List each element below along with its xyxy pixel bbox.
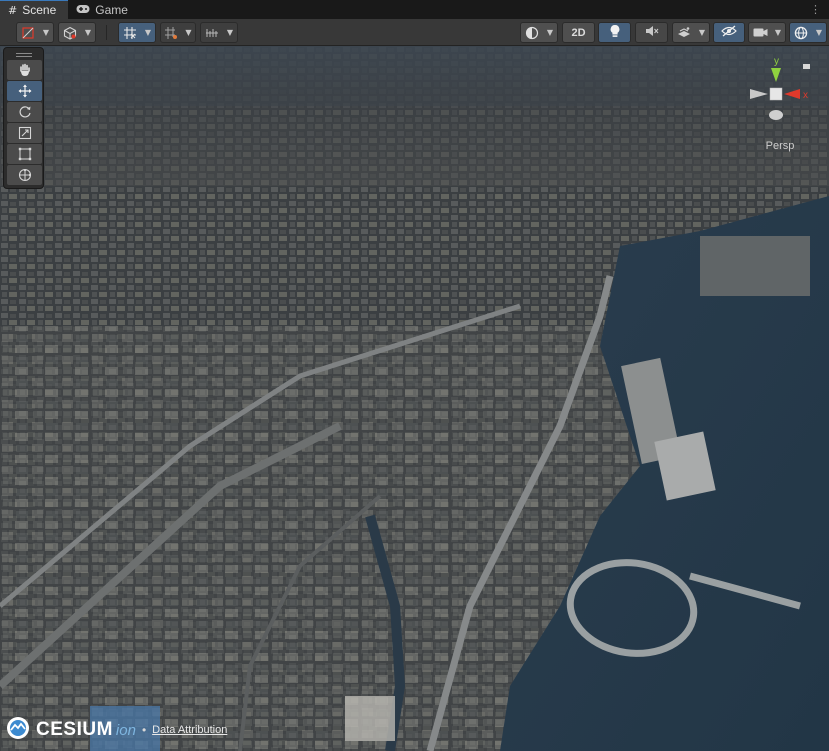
transform-tool[interactable] [7, 165, 42, 185]
move-arrows-icon [18, 84, 32, 98]
cesium-logo-icon [6, 716, 30, 745]
palette-drag-handle[interactable] [7, 50, 40, 59]
chevron-down-icon: ▼ [815, 28, 823, 37]
scale-icon [18, 126, 32, 140]
gamepad-icon [76, 3, 90, 17]
draw-mode-dropdown[interactable]: ▼ [16, 22, 54, 43]
tab-bar: # Scene Game ⋮ [0, 0, 829, 19]
draw-mode-icon [17, 26, 39, 40]
gizmo-neg-x-cone [750, 89, 768, 99]
chevron-down-icon: ▼ [698, 28, 706, 37]
gizmo-y-cone [771, 68, 781, 82]
gizmo-y-label: y [774, 56, 779, 67]
toolbar-divider [106, 25, 107, 40]
tab-game-label: Game [95, 2, 128, 17]
ruler-icon [201, 26, 223, 40]
audio-muted-icon [645, 25, 659, 40]
lighting-toggle-button[interactable] [598, 22, 631, 43]
aerial-city-view [0, 46, 829, 751]
chevron-down-icon: ▼ [774, 28, 782, 37]
gizmo-neg-y-cone [769, 110, 783, 120]
attribution-separator: • [141, 723, 147, 737]
chevron-down-icon: ▼ [144, 28, 152, 37]
tab-game[interactable]: Game [68, 0, 140, 19]
effects-dropdown[interactable]: ▼ [672, 22, 710, 43]
orientation-gizmo[interactable]: y x [740, 52, 820, 132]
lightbulb-icon [609, 24, 621, 41]
rect-transform-icon [18, 147, 32, 161]
hidden-eye-icon [721, 25, 737, 40]
scene-viewport[interactable] [0, 46, 829, 751]
camera-settings-dropdown[interactable]: ▼ [748, 22, 786, 43]
gizmo-x-cone [784, 89, 800, 99]
chevron-down-icon: ▼ [84, 28, 92, 37]
rect-tool[interactable] [7, 144, 42, 164]
increment-snap-dropdown[interactable]: ▼ [160, 22, 196, 43]
rotate-tool[interactable] [7, 102, 42, 122]
scale-tool[interactable] [7, 123, 42, 143]
gizmo-center-cube [769, 87, 783, 101]
cesium-ion-text: ion [115, 721, 136, 739]
render-mode-dropdown[interactable]: ▼ [58, 22, 96, 43]
cesium-brand-text: CESIUM [36, 719, 113, 740]
camera-icon [749, 27, 771, 38]
projection-label[interactable]: Persp [748, 140, 812, 152]
rotate-icon [18, 105, 32, 119]
grid-icon: # [8, 3, 18, 17]
tool-palette [3, 47, 44, 189]
chevron-down-icon: ▼ [42, 28, 50, 37]
tab-scene-label: Scene [22, 3, 57, 17]
snap-increment-icon [161, 26, 182, 40]
grid-snap-icon [119, 26, 141, 40]
cesium-attribution-bar: CESIUM ion • Data Attribution [6, 716, 227, 744]
scene-toolbar: ▼ ▼ ▼ ▼ ▼ ▼ 2D ▼ ▼ ▼ [0, 19, 829, 46]
audio-toggle-button[interactable] [635, 22, 668, 43]
gizmo-globe-icon [790, 26, 812, 40]
shading-mode-dropdown[interactable]: ▼ [520, 22, 558, 43]
gizmos-dropdown[interactable]: ▼ [789, 22, 827, 43]
effects-layers-icon [673, 26, 695, 40]
cube-icon [59, 26, 81, 40]
scene-visibility-toggle[interactable] [713, 22, 745, 43]
hand-tool[interactable] [7, 60, 42, 80]
chevron-down-icon: ▼ [226, 28, 234, 37]
tab-scene[interactable]: # Scene [0, 0, 69, 19]
grid-snapping-dropdown[interactable]: ▼ [118, 22, 156, 43]
toggle-2d-button[interactable]: 2D [562, 22, 595, 43]
gizmo-x-label: x [803, 90, 808, 101]
kebab-menu-icon[interactable]: ⋮ [802, 0, 829, 19]
chevron-down-icon: ▼ [185, 28, 192, 37]
chevron-down-icon: ▼ [546, 28, 554, 37]
toggle-2d-label: 2D [571, 26, 586, 39]
gizmo-neg-z-cone [803, 64, 810, 69]
transform-icon [18, 168, 32, 182]
data-attribution-link[interactable]: Data Attribution [152, 724, 227, 736]
move-tool[interactable] [7, 81, 42, 101]
grid-visibility-dropdown[interactable]: ▼ [200, 22, 238, 43]
hand-icon [18, 63, 32, 77]
shading-sphere-icon [521, 26, 543, 40]
